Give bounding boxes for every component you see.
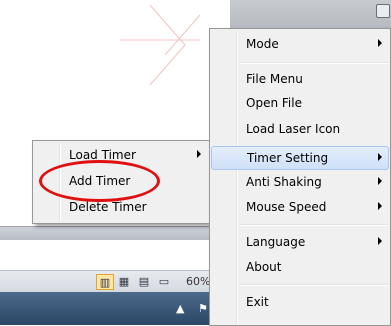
menu-item-file-menu[interactable]: File Menu — [212, 68, 388, 90]
menu-item-about[interactable]: About — [212, 256, 388, 278]
print-layout-view-icon[interactable]: ▥ — [96, 274, 114, 290]
submenu-arrow-icon — [378, 237, 382, 245]
context-menu: Mode File Menu Open File Load Laser Icon… — [209, 28, 391, 326]
menu-separator — [240, 62, 388, 64]
submenu-arrow-icon — [378, 39, 382, 47]
annotation-circle — [39, 160, 160, 202]
menu-item-load-laser-icon[interactable]: Load Laser Icon — [212, 118, 388, 140]
submenu-arrow-icon — [378, 153, 382, 161]
menu-item-mode[interactable]: Mode — [212, 33, 388, 55]
menu-separator — [240, 224, 388, 226]
menu-item-anti-shaking[interactable]: Anti Shaking — [212, 171, 388, 193]
submenu-arrow-icon — [378, 202, 382, 210]
menu-item-open-file[interactable]: Open File — [212, 92, 388, 114]
menu-item-exit[interactable]: Exit — [212, 291, 388, 313]
maximize-button[interactable] — [376, 4, 390, 18]
show-hidden-icons-icon[interactable]: ▲ — [176, 302, 184, 315]
full-screen-view-icon[interactable]: ▦ — [116, 274, 132, 288]
submenu-arrow-icon — [197, 150, 201, 158]
web-layout-view-icon[interactable]: ▭ — [156, 274, 172, 288]
menu-item-timer-setting[interactable]: Timer Setting — [211, 146, 389, 170]
action-center-flag-icon[interactable]: ⚑ — [198, 302, 208, 315]
background-decoration — [120, 4, 201, 86]
ribbon-band — [0, 226, 220, 241]
reading-view-icon[interactable]: ▤ — [136, 274, 152, 288]
zoom-level[interactable]: 60% — [186, 275, 210, 288]
menu-item-language[interactable]: Language — [212, 231, 388, 253]
submenu-arrow-icon — [378, 177, 382, 185]
menu-item-mouse-speed[interactable]: Mouse Speed — [212, 196, 388, 218]
menu-separator — [240, 284, 388, 286]
